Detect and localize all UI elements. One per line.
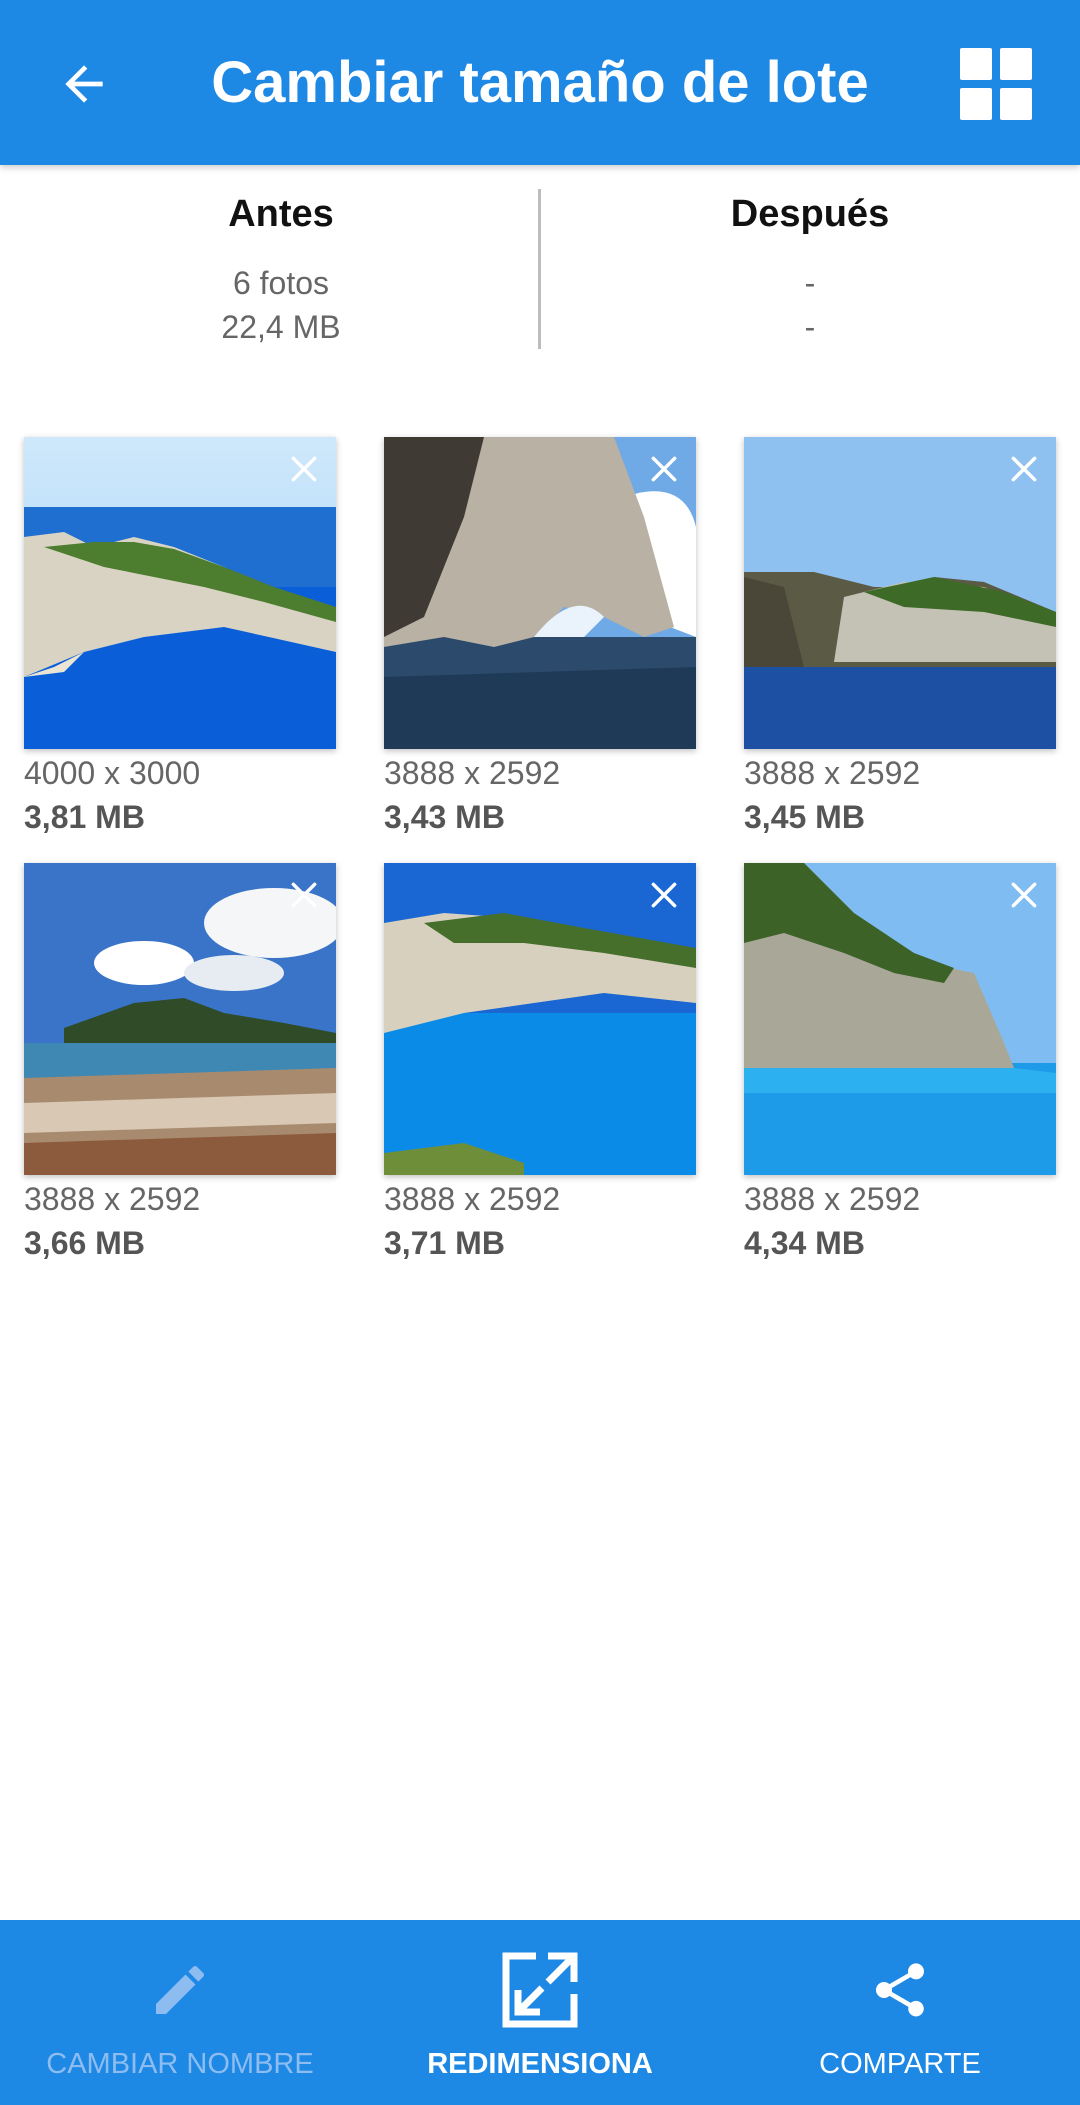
back-button[interactable] [42, 42, 126, 126]
before-count: 6 fotos [232, 265, 330, 301]
before-size: 22,4 MB [221, 309, 341, 345]
summary-before: Antes 6 fotos 22,4 MB [0, 165, 562, 380]
summary-after: Después - - [540, 165, 1080, 380]
share-icon [860, 1950, 940, 2030]
close-icon [291, 882, 317, 908]
photo-thumbnail[interactable] [384, 863, 696, 1175]
photo-dimensions: 4000 x 3000 [24, 755, 201, 791]
rename-label: CAMBIAR NOMBRE [46, 2048, 314, 2080]
close-icon [651, 456, 677, 482]
app-bar: Cambiar tamaño de lote [0, 0, 1080, 165]
close-icon [1011, 456, 1037, 482]
photo-dimensions: 3888 x 2592 [384, 755, 561, 791]
photo-dimensions: 3888 x 2592 [24, 1181, 201, 1217]
remove-photo-button[interactable] [276, 441, 332, 497]
resize-label: REDIMENSIONA [427, 2048, 653, 2080]
photo-size: 3,81 MB [24, 799, 145, 835]
resize-icon [500, 1950, 580, 2030]
photo-thumbnail[interactable] [384, 437, 696, 749]
share-label: COMPARTE [819, 2048, 981, 2080]
before-title: Antes [228, 193, 334, 235]
photo-size: 4,34 MB [744, 1225, 865, 1261]
bottom-action-bar: CAMBIAR NOMBRE REDIMENSIONA COMPARTE [0, 1920, 1080, 2105]
close-icon [651, 882, 677, 908]
photo-size: 3,66 MB [24, 1225, 145, 1261]
share-button[interactable]: COMPARTE [720, 1920, 1080, 2105]
photo-dimensions: 3888 x 2592 [744, 1181, 921, 1217]
remove-photo-button[interactable] [636, 441, 692, 497]
summary-panel: Antes 6 fotos 22,4 MB Después - - [0, 165, 1080, 380]
remove-photo-button[interactable] [996, 867, 1052, 923]
resize-button[interactable]: REDIMENSIONA [360, 1920, 720, 2105]
close-icon [291, 456, 317, 482]
rename-button[interactable]: CAMBIAR NOMBRE [0, 1920, 360, 2105]
photo-dimensions: 3888 x 2592 [744, 755, 921, 791]
remove-photo-button[interactable] [996, 441, 1052, 497]
after-title: Después [730, 193, 890, 235]
photo-thumbnail[interactable] [24, 437, 336, 749]
after-size: - [804, 309, 816, 345]
photo-thumbnail[interactable] [24, 863, 336, 1175]
arrow-back-icon [65, 65, 103, 103]
remove-photo-button[interactable] [276, 867, 332, 923]
photo-size: 3,45 MB [744, 799, 865, 835]
photo-thumbnail[interactable] [744, 863, 1056, 1175]
grid-view-icon [960, 48, 1032, 120]
pencil-icon [140, 1950, 220, 2030]
photo-size: 3,71 MB [384, 1225, 505, 1261]
page-title: Cambiar tamaño de lote [211, 50, 869, 115]
close-icon [1011, 882, 1037, 908]
photo-thumbnail[interactable] [744, 437, 1056, 749]
remove-photo-button[interactable] [636, 867, 692, 923]
after-count: - [804, 265, 816, 301]
photo-dimensions: 3888 x 2592 [384, 1181, 561, 1217]
photo-size: 3,43 MB [384, 799, 505, 835]
grid-view-button[interactable] [954, 42, 1038, 126]
